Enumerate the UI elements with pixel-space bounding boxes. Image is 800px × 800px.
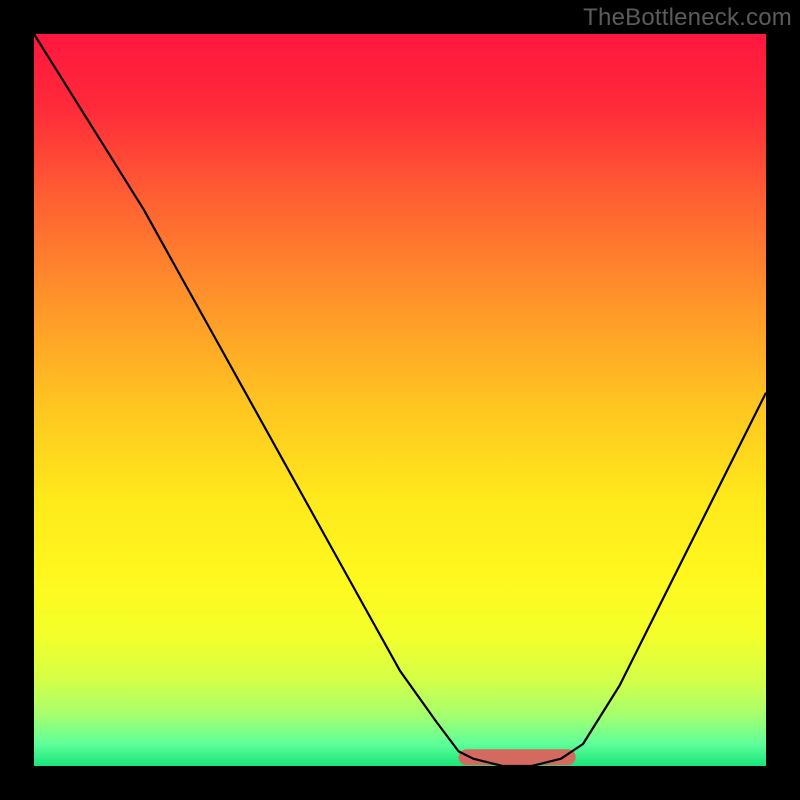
plot-background xyxy=(34,34,766,766)
bottleneck-chart xyxy=(0,0,800,800)
optimal-range-marker xyxy=(459,749,576,765)
chart-frame: TheBottleneck.com xyxy=(0,0,800,800)
watermark-text: TheBottleneck.com xyxy=(583,4,792,32)
